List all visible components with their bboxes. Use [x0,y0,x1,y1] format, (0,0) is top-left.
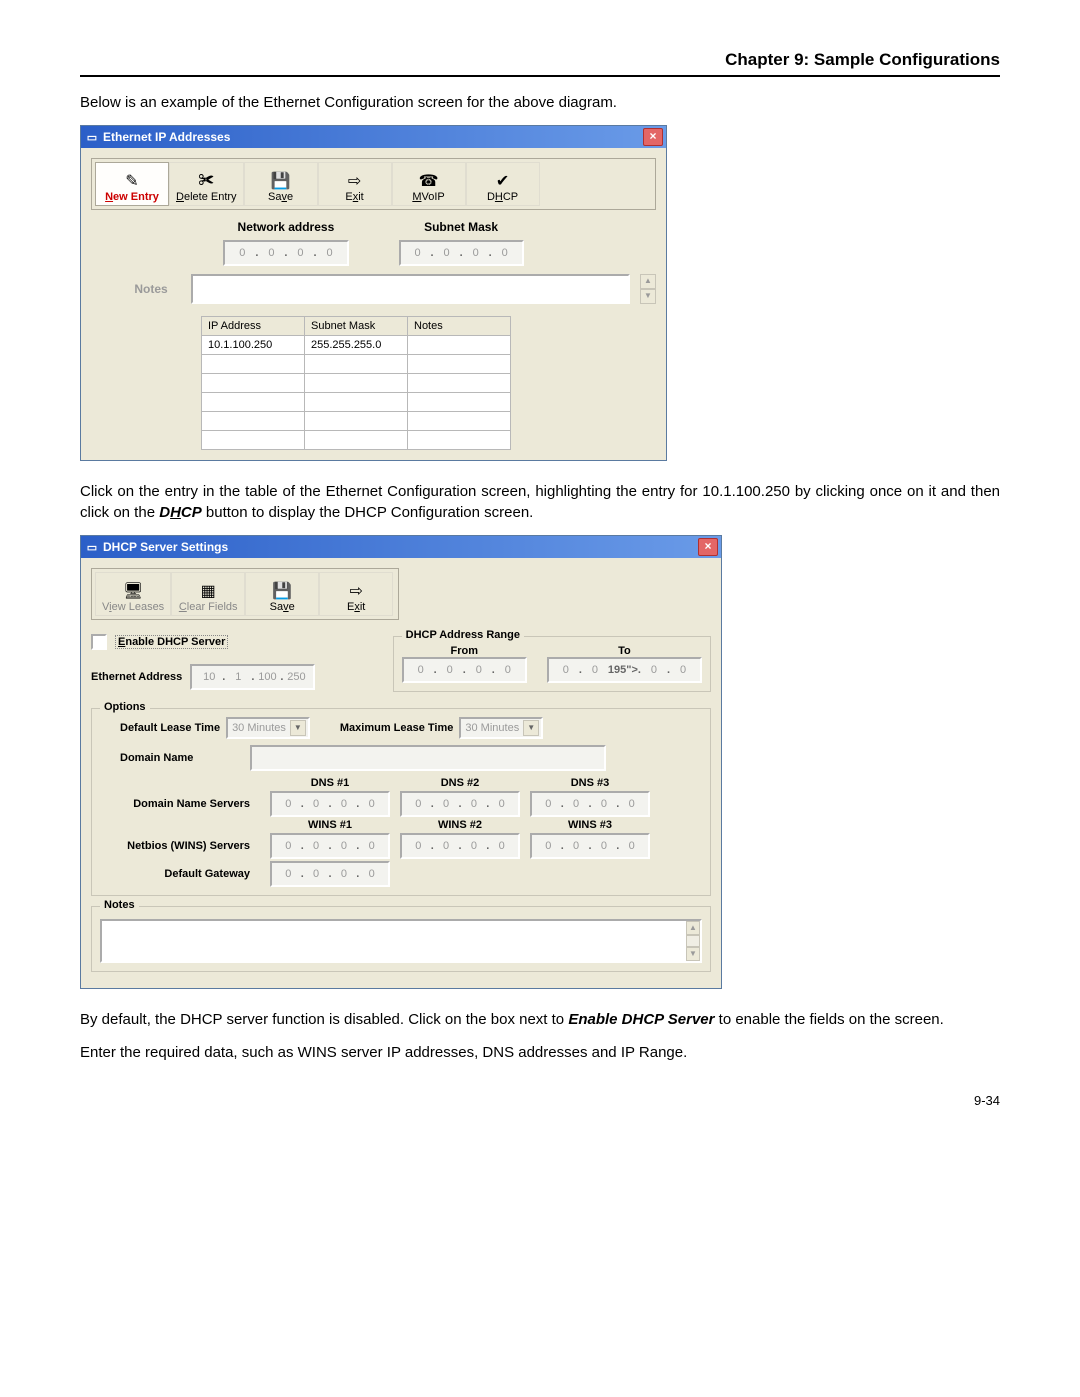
wins3-header: WINS #3 [530,819,650,831]
col-notes[interactable]: Notes [408,317,511,336]
toolbar: 🖥 View Leases ▦ Clear Fields 💾 Save ⇨ Ex… [91,568,399,620]
notes-input[interactable] [191,274,630,304]
table-row[interactable] [202,355,511,374]
ethernet-ip-dialog: ▭ Ethernet IP Addresses × ✎ New Entry ✀ … [80,125,667,461]
dns2-header: DNS #2 [400,777,520,789]
from-label: From [402,645,527,657]
ethernet-address-field: 10. 1. 100. 250 [190,664,315,690]
domain-name-input[interactable] [250,745,606,771]
close-button[interactable]: × [698,538,718,556]
mvoip-button[interactable]: ☎ MVoIP [392,162,466,206]
eraser-icon: ▦ [201,581,216,601]
table-row[interactable] [202,374,511,393]
save-button[interactable]: 💾 Save [245,572,319,616]
new-entry-button[interactable]: ✎ New Entry [95,162,169,206]
col-ip[interactable]: IP Address [202,317,305,336]
floppy-icon: 💾 [271,171,291,191]
max-lease-select[interactable]: 30 Minutes▼ [459,717,543,739]
dns2-input[interactable]: 0.0.0.0 [400,791,520,817]
chevron-down-icon: ▼ [523,720,539,736]
table-row[interactable]: 10.1.100.250 255.255.255.0 [202,336,511,355]
table-row[interactable] [202,431,511,450]
monitor-icon: 🖥 [123,581,143,601]
app-icon: ▭ [85,540,99,554]
exit-icon: ⇨ [349,581,362,601]
close-button[interactable]: × [643,128,663,146]
network-address-input[interactable]: 0. 0. 0. 0 [223,240,348,266]
default-lease-label: Default Lease Time [120,722,220,734]
wins-servers-label: Netbios (WINS) Servers [100,840,254,852]
to-ip-input[interactable]: 0. 0195">. 0. 0 [547,657,702,683]
toolbar: ✎ New Entry ✀ Delete Entry 💾 Save ⇨ Exit… [91,158,656,210]
dns1-input[interactable]: 0.0.0.0 [270,791,390,817]
notes-label: Notes [121,282,181,296]
clear-fields-button[interactable]: ▦ Clear Fields [171,572,245,616]
notes-group-title: Notes [100,899,139,911]
app-icon: ▭ [85,130,99,144]
paragraph-3: By default, the DHCP server function is … [80,1009,1000,1030]
domain-name-label: Domain Name [120,752,244,764]
check-icon: ✔ [496,171,509,191]
default-lease-select[interactable]: 30 Minutes▼ [226,717,310,739]
chapter-title: Chapter 9: Sample Configurations [80,50,1000,77]
default-gateway-label: Default Gateway [100,868,254,880]
enable-dhcp-checkbox[interactable] [91,634,107,650]
paragraph-4: Enter the required data, such as WINS se… [80,1042,1000,1063]
pencil-icon: ✎ [125,171,138,191]
default-gateway-input[interactable]: 0.0.0.0 [270,861,390,887]
subnet-mask-label: Subnet Mask [399,220,524,234]
from-ip-input[interactable]: 0. 0. 0. 0 [402,657,527,683]
scrollbar[interactable]: ▲▼ [640,274,656,304]
phone-icon: ☎ [419,171,439,191]
exit-button[interactable]: ⇨ Exit [318,162,392,206]
exit-icon: ⇨ [348,171,361,191]
dialog-title: Ethernet IP Addresses [103,130,643,144]
subnet-mask-input[interactable]: 0. 0. 0. 0 [399,240,524,266]
save-button[interactable]: 💾 Save [244,162,318,206]
wins1-header: WINS #1 [270,819,390,831]
max-lease-label: Maximum Lease Time [340,722,454,734]
dhcp-button[interactable]: ✔ DHCP [466,162,540,206]
dhcp-server-dialog: ▭ DHCP Server Settings × 🖥 View Leases ▦… [80,535,722,989]
floppy-icon: 💾 [272,581,292,601]
table-row[interactable] [202,393,511,412]
dns3-header: DNS #3 [530,777,650,789]
intro-paragraph: Below is an example of the Ethernet Conf… [80,92,1000,113]
col-subnet[interactable]: Subnet Mask [305,317,408,336]
scissors-icon: ✀ [198,171,214,191]
notes-textarea[interactable]: ▲▼ [100,919,702,963]
titlebar: ▭ Ethernet IP Addresses × [81,126,666,148]
table-row[interactable] [202,412,511,431]
enable-dhcp-label: Enable DHCP Server [115,635,228,649]
wins2-header: WINS #2 [400,819,520,831]
chevron-down-icon: ▼ [290,720,306,736]
titlebar: ▭ DHCP Server Settings × [81,536,721,558]
to-label: To [547,645,702,657]
delete-entry-button[interactable]: ✀ Delete Entry [169,162,244,206]
range-group-title: DHCP Address Range [402,629,524,641]
dialog-title: DHCP Server Settings [103,540,698,554]
exit-button[interactable]: ⇨ Exit [319,572,393,616]
wins2-input[interactable]: 0.0.0.0 [400,833,520,859]
network-address-label: Network address [223,220,348,234]
dns3-input[interactable]: 0.0.0.0 [530,791,650,817]
view-leases-button[interactable]: 🖥 View Leases [95,572,171,616]
table-header-row: IP Address Subnet Mask Notes [202,317,511,336]
address-table: IP Address Subnet Mask Notes 10.1.100.25… [201,316,511,450]
options-group-title: Options [100,701,150,713]
wins3-input[interactable]: 0.0.0.0 [530,833,650,859]
dns-servers-label: Domain Name Servers [100,798,254,810]
dns1-header: DNS #1 [270,777,390,789]
scrollbar[interactable]: ▲▼ [686,921,700,961]
ethernet-address-label: Ethernet Address [91,671,182,683]
wins1-input[interactable]: 0.0.0.0 [270,833,390,859]
mid-paragraph: Click on the entry in the table of the E… [80,481,1000,523]
page-number: 9-34 [80,1093,1000,1108]
